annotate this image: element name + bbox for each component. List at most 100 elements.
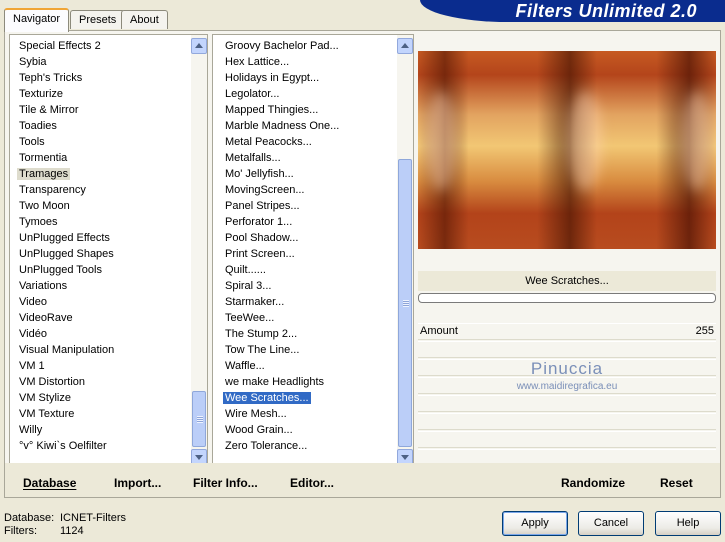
filter-item[interactable]: Holidays in Egypt...	[221, 70, 397, 86]
filter-info-button[interactable]: Filter Info...	[193, 476, 258, 490]
scroll-up-button[interactable]	[397, 38, 413, 54]
filter-item[interactable]: TeeWee...	[221, 310, 397, 326]
filter-item[interactable]: Perforator 1...	[221, 214, 397, 230]
tab-bar: Navigator Presets About Filters Unlimite…	[0, 0, 725, 32]
editor-button[interactable]: Editor...	[290, 476, 334, 490]
filter-item-label: TeeWee...	[225, 312, 275, 324]
filter-item-label: Print Screen...	[225, 248, 295, 260]
category-item[interactable]: VM Distortion	[15, 374, 191, 390]
filter-item-label: Hex Lattice...	[225, 56, 290, 68]
category-item[interactable]: Transparency	[15, 182, 191, 198]
category-item-label: UnPlugged Effects	[19, 232, 110, 244]
filter-item[interactable]: Groovy Bachelor Pad...	[221, 38, 397, 54]
filter-item[interactable]: Pool Shadow...	[221, 230, 397, 246]
category-item[interactable]: VideoRave	[15, 310, 191, 326]
scroll-down-button[interactable]	[397, 449, 413, 463]
tab-about[interactable]: About	[121, 10, 168, 29]
category-item[interactable]: Variations	[15, 278, 191, 294]
filter-item[interactable]: Wood Grain...	[221, 422, 397, 438]
category-item-label: Vidéo	[19, 328, 47, 340]
category-item[interactable]: UnPlugged Tools	[15, 262, 191, 278]
filter-item[interactable]: Waffle...	[221, 358, 397, 374]
category-item[interactable]: VM 1	[15, 358, 191, 374]
category-scrollbar[interactable]	[191, 35, 207, 463]
tab-navigator[interactable]: Navigator	[4, 8, 70, 32]
filter-item-label: Zero Tolerance...	[225, 440, 308, 452]
filter-item-label: Metal Peacocks...	[225, 136, 312, 148]
apply-button[interactable]: Apply	[502, 511, 568, 536]
filter-item[interactable]: Panel Stripes...	[221, 198, 397, 214]
category-list[interactable]: Special Effects 2 Sybia Teph's Tricks Textu…	[9, 34, 208, 464]
filter-item[interactable]: Mapped Thingies...	[221, 102, 397, 118]
filter-item[interactable]: The Stump 2...	[221, 326, 397, 342]
category-item[interactable]: UnPlugged Shapes	[15, 246, 191, 262]
scroll-thumb[interactable]	[398, 159, 412, 447]
category-item[interactable]: Toadies	[15, 118, 191, 134]
category-item[interactable]: Tymoes	[15, 214, 191, 230]
category-item[interactable]: VM Texture	[15, 406, 191, 422]
filter-item[interactable]: Zero Tolerance...	[221, 438, 397, 454]
filter-item[interactable]: Hex Lattice...	[221, 54, 397, 70]
category-item-label: Tools	[19, 136, 45, 148]
category-item[interactable]: Tramages	[15, 166, 191, 182]
filter-item[interactable]: Metalfalls...	[221, 150, 397, 166]
database-button[interactable]: Database	[23, 476, 76, 490]
tab-presets[interactable]: Presets	[70, 10, 126, 29]
filter-item-label: MovingScreen...	[225, 184, 305, 196]
filter-item[interactable]: Quilt......	[221, 262, 397, 278]
category-item-label: Visual Manipulation	[19, 344, 115, 356]
filter-item[interactable]: Wee Scratches...	[221, 390, 397, 406]
filter-item[interactable]: Print Screen...	[221, 246, 397, 262]
filter-scrollbar[interactable]	[397, 35, 413, 463]
filter-item[interactable]: Spiral 3...	[221, 278, 397, 294]
randomize-button[interactable]: Randomize	[561, 476, 625, 490]
filter-item[interactable]: Tow The Line...	[221, 342, 397, 358]
filter-item[interactable]: Metal Peacocks...	[221, 134, 397, 150]
import-button[interactable]: Import...	[114, 476, 161, 490]
category-item[interactable]: Special Effects 2	[15, 38, 191, 54]
category-item[interactable]: °v° Kiwi`s Oelfilter	[15, 438, 191, 454]
filter-item[interactable]: MovingScreen...	[221, 182, 397, 198]
category-item-label: Tormentia	[19, 152, 68, 164]
filter-list[interactable]: Groovy Bachelor Pad... Hex Lattice... Holi…	[212, 34, 414, 464]
filter-item[interactable]: Legolator...	[221, 86, 397, 102]
filter-item-label: Starmaker...	[225, 296, 285, 308]
category-item[interactable]: Vidéo	[15, 326, 191, 342]
scroll-down-button[interactable]	[191, 449, 207, 463]
filter-item[interactable]: we make Headlights	[221, 374, 397, 390]
filter-item-label: Groovy Bachelor Pad...	[225, 40, 339, 52]
reset-button[interactable]: Reset	[660, 476, 693, 490]
help-button[interactable]: Help	[655, 511, 721, 536]
category-item[interactable]: Two Moon	[15, 198, 191, 214]
category-item[interactable]: UnPlugged Effects	[15, 230, 191, 246]
category-item[interactable]: Tile & Mirror	[15, 102, 191, 118]
category-item[interactable]: VM Stylize	[15, 390, 191, 406]
category-item[interactable]: Visual Manipulation	[15, 342, 191, 358]
filter-item[interactable]: Starmaker...	[221, 294, 397, 310]
scroll-up-button[interactable]	[191, 38, 207, 54]
category-item[interactable]: Sybia	[15, 54, 191, 70]
filter-item-label: Quilt......	[225, 264, 266, 276]
category-item-label: VM Distortion	[19, 376, 86, 388]
parameter-row[interactable]: Amount 255	[418, 323, 716, 340]
category-item[interactable]: Texturize	[15, 86, 191, 102]
filter-item[interactable]: Wire Mesh...	[221, 406, 397, 422]
category-item[interactable]: Video	[15, 294, 191, 310]
category-item-label: Tile & Mirror	[19, 104, 79, 116]
cancel-button[interactable]: Cancel	[578, 511, 644, 536]
filter-item[interactable]: Marble Madness One...	[221, 118, 397, 134]
category-item-label: Special Effects 2	[19, 40, 101, 52]
filter-item-label: Holidays in Egypt...	[225, 72, 320, 84]
scroll-thumb[interactable]	[192, 391, 206, 447]
category-item-label: Transparency	[19, 184, 86, 196]
category-item-label: Toadies	[19, 120, 57, 132]
category-item[interactable]: Tormentia	[15, 150, 191, 166]
filter-item[interactable]: Mo' Jellyfish...	[221, 166, 397, 182]
category-item[interactable]: Willy	[15, 422, 191, 438]
category-item[interactable]: Teph's Tricks	[15, 70, 191, 86]
category-item[interactable]: Tools	[15, 134, 191, 150]
filter-item-label: Legolator...	[225, 88, 280, 100]
chevron-up-icon	[195, 43, 203, 48]
parameter-row-empty	[418, 341, 716, 358]
category-item-label: Two Moon	[19, 200, 70, 212]
